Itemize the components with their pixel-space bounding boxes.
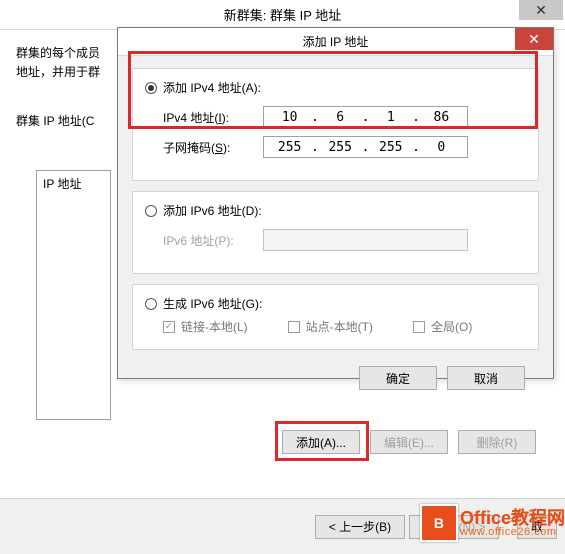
list-header: IP 地址: [43, 175, 104, 192]
gen-ipv6-radio-label: 生成 IPv6 地址(G):: [163, 295, 262, 312]
ipv4-address-label: IPv4 地址(I):: [163, 109, 263, 126]
gen-ipv6-options: 链接-本地(L) 站点-本地(T) 全局(O): [163, 318, 526, 335]
child-close-button[interactable]: ✕: [515, 28, 553, 50]
radio-icon: [145, 298, 157, 310]
subnet-mask-row: 子网掩码(S): 255. 255. 255. 0: [163, 136, 526, 158]
parent-titlebar: 新群集: 群集 IP 地址 ✕: [0, 0, 565, 30]
radio-icon: [145, 205, 157, 217]
radio-icon: [145, 82, 157, 94]
ipv6-address-row: IPv6 地址(P):: [163, 229, 526, 251]
subnet-mask-input[interactable]: 255. 255. 255. 0: [263, 136, 468, 158]
cancel-button[interactable]: 取消: [447, 366, 525, 390]
site-local-checkbox: 站点-本地(T): [288, 318, 373, 335]
add-button[interactable]: 添加(A)...: [282, 430, 360, 454]
checkbox-icon: [413, 321, 425, 333]
child-title: 添加 IP 地址: [303, 33, 369, 50]
list-buttons: 添加(A)... 编辑(E)... 删除(R): [282, 430, 536, 454]
cancel-button[interactable]: 取: [517, 515, 557, 539]
child-titlebar: 添加 IP 地址 ✕: [118, 28, 553, 56]
ipv4-address-row: IPv4 地址(I): 10. 6. 1. 86: [163, 106, 526, 128]
edit-button: 编辑(E)...: [370, 430, 448, 454]
child-body: 添加 IPv4 地址(A): IPv4 地址(I): 10. 6. 1. 86 …: [118, 56, 553, 402]
ipv6-radio-label: 添加 IPv6 地址(D):: [163, 202, 262, 219]
ipv6-group: 添加 IPv6 地址(D): IPv6 地址(P):: [132, 191, 539, 274]
ip-address-listbox[interactable]: IP 地址: [36, 170, 111, 420]
subnet-mask-label: 子网掩码(S):: [163, 139, 263, 156]
back-button[interactable]: < 上一步(B): [315, 515, 405, 539]
link-local-checkbox: 链接-本地(L): [163, 318, 248, 335]
ipv6-address-label: IPv6 地址(P):: [163, 232, 263, 249]
remove-button: 删除(R): [458, 430, 536, 454]
ipv4-radio-label: 添加 IPv4 地址(A):: [163, 79, 261, 96]
gen-ipv6-group: 生成 IPv6 地址(G): 链接-本地(L) 站点-本地(T) 全局(O): [132, 284, 539, 350]
parent-close-button[interactable]: ✕: [519, 0, 563, 20]
close-icon: ✕: [535, 2, 547, 19]
wizard-buttons: < 上一步(B) 下一步(N) > 取: [0, 498, 565, 554]
close-icon: ✕: [528, 31, 540, 48]
ok-button[interactable]: 确定: [359, 366, 437, 390]
ipv6-radio-row[interactable]: 添加 IPv6 地址(D):: [145, 202, 526, 219]
ipv4-address-input[interactable]: 10. 6. 1. 86: [263, 106, 468, 128]
ipv4-group: 添加 IPv4 地址(A): IPv4 地址(I): 10. 6. 1. 86 …: [132, 68, 539, 181]
child-dialog-buttons: 确定 取消: [132, 360, 539, 390]
next-button: 下一步(N) >: [409, 515, 499, 539]
parent-title: 新群集: 群集 IP 地址: [224, 5, 342, 24]
gen-ipv6-radio-row[interactable]: 生成 IPv6 地址(G):: [145, 295, 526, 312]
ipv4-radio-row[interactable]: 添加 IPv4 地址(A):: [145, 79, 526, 96]
checkbox-icon: [163, 321, 175, 333]
global-checkbox: 全局(O): [413, 318, 472, 335]
ipv6-address-input: [263, 229, 468, 251]
add-ip-dialog: 添加 IP 地址 ✕ 添加 IPv4 地址(A): IPv4 地址(I): 10…: [117, 27, 554, 379]
checkbox-icon: [288, 321, 300, 333]
